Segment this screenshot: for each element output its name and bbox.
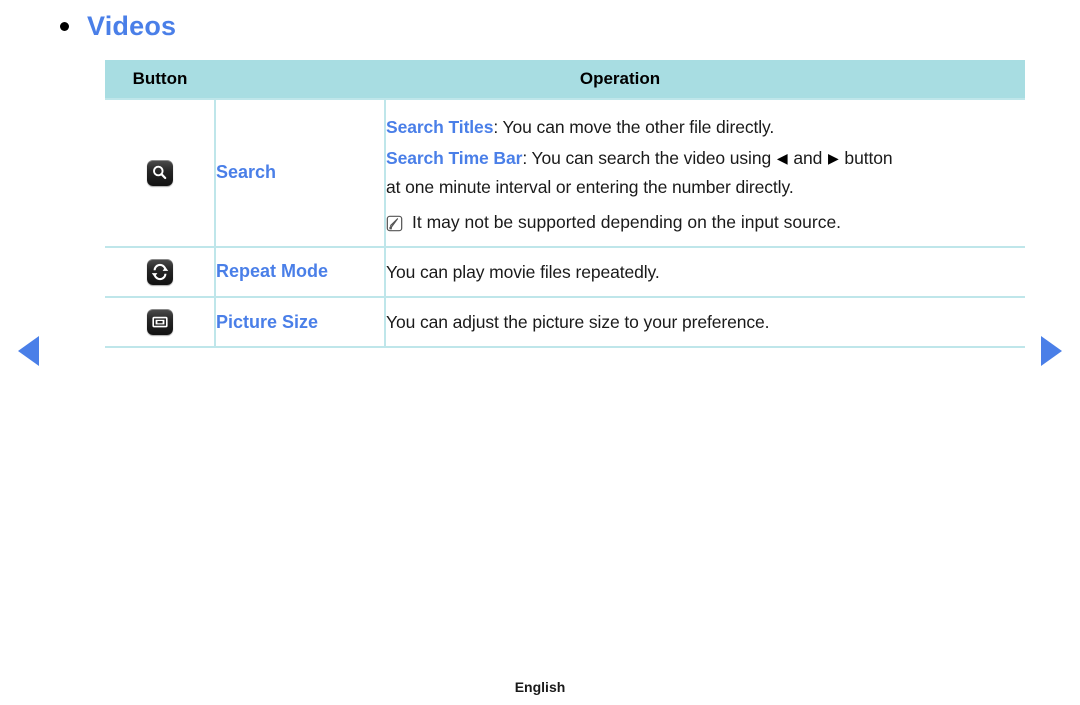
cell-button-icon-repeat (105, 245, 216, 297)
cell-operation-picture-size: You can adjust the picture size to your … (385, 295, 1026, 349)
cell-name-search: Search (215, 98, 386, 247)
triangle-left-inline-icon: ◀ (776, 150, 788, 167)
footer-language-label: English (514, 679, 566, 695)
operation-sep-1: : (493, 117, 503, 137)
next-page-arrow-icon[interactable] (1041, 336, 1062, 366)
operation-key-search-titles: Search Titles (386, 117, 494, 137)
table-row-repeat-mode: Repeat Mode You can play movie files rep… (105, 245, 1026, 297)
note-icon (386, 215, 403, 232)
operation-text-search-titles: You can move the other file directly. (502, 117, 775, 137)
table-header-row: Button Operation (105, 60, 1026, 99)
prev-page-arrow-icon[interactable] (18, 336, 39, 366)
operation-key-search-time-bar: Search Time Bar (386, 148, 523, 169)
operation-text-repeat-mode: You can play movie files repeatedly. (386, 261, 660, 282)
triangle-right-inline-icon: ▶ (828, 150, 839, 167)
cell-name-repeat: Repeat Mode (215, 245, 386, 297)
row-label-search: Search (216, 162, 277, 183)
column-header-button: Button (105, 60, 215, 99)
row-label-repeat-mode: Repeat Mode (216, 261, 329, 282)
operation-sep-2: : (522, 148, 532, 169)
row-label-picture-size: Picture Size (216, 311, 319, 332)
table-row-search: Search Search Titles: You can move the o… (105, 98, 1026, 247)
operation-text-between-arrows: and (788, 148, 827, 169)
operation-line-search-titles: Search Titles: You can move the other fi… (386, 111, 1025, 144)
page-title-row: Videos (60, 13, 176, 40)
operation-line-search-time-bar: Search Time Bar: You can search the vide… (386, 144, 1025, 172)
cell-operation-search: Search Titles: You can move the other fi… (385, 98, 1026, 247)
column-header-operation: Operation (215, 60, 1026, 99)
cell-name-picture-size: Picture Size (215, 295, 386, 349)
table-row-picture-size: Picture Size You can adjust the picture … (105, 295, 1026, 349)
note-row-search: It may not be supported depending on the… (386, 211, 1025, 235)
operation-text-before-arrows: You can search the video using (531, 148, 776, 169)
page-title: Videos (87, 11, 177, 41)
cell-operation-repeat: You can play movie files repeatedly. (385, 245, 1026, 297)
repeat-key-icon[interactable] (146, 258, 173, 285)
operation-line-search-time-bar-cont: at one minute interval or entering the n… (386, 176, 794, 197)
operation-text-after-arrows: button (839, 148, 893, 169)
operation-text-picture-size: You can adjust the picture size to your … (386, 311, 770, 332)
cell-button-icon-picture-size (105, 295, 216, 349)
picture-size-key-icon[interactable] (146, 309, 173, 336)
videos-button-operation-table: Button Operation Search Search Titles: Y… (105, 60, 1026, 349)
bullet-dot-icon (60, 22, 69, 31)
cell-button-icon-search (105, 98, 216, 247)
search-key-icon[interactable] (146, 159, 173, 186)
note-text-search: It may not be supported depending on the… (412, 211, 842, 232)
